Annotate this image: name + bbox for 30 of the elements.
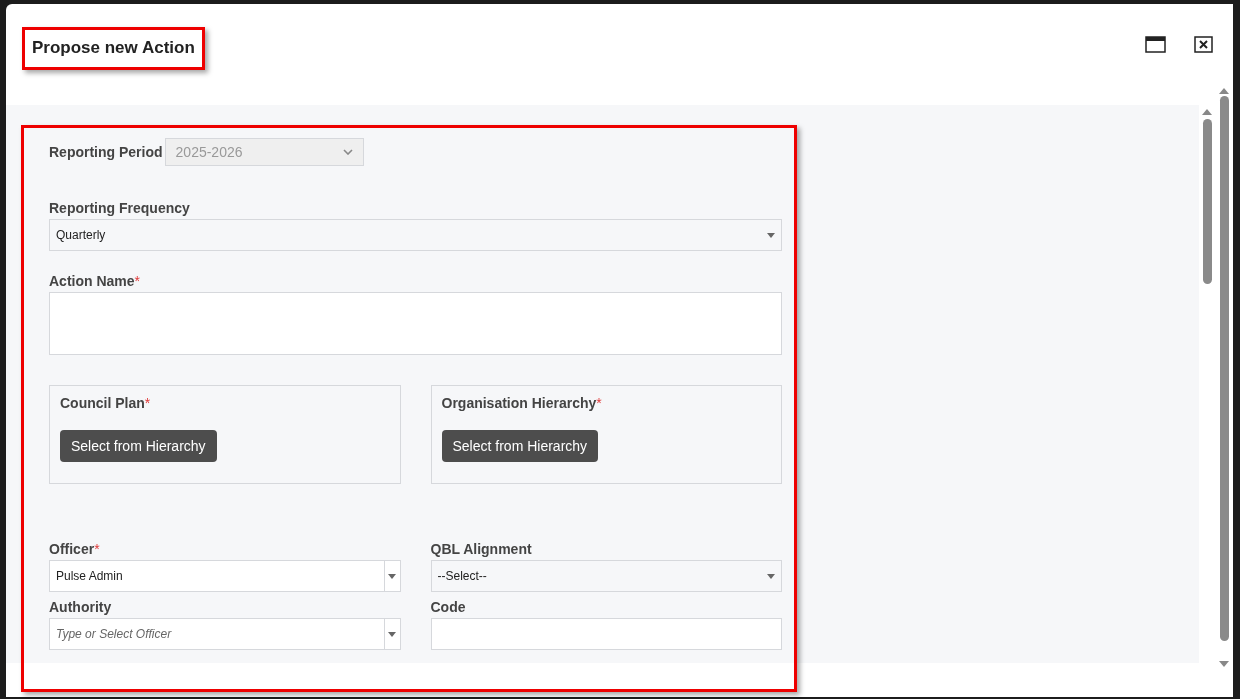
field-label: Reporting Frequency [49, 199, 191, 218]
field-label: Action Name* [49, 272, 142, 291]
caret-icon [767, 573, 775, 579]
field-label: Council Plan* [60, 394, 151, 413]
scroll-down-icon[interactable] [1219, 661, 1229, 667]
scroll-thumb[interactable] [1219, 96, 1229, 641]
combobox-field[interactable]: Pulse Admin [49, 560, 401, 592]
action-name-input[interactable] [49, 292, 782, 355]
scroll-thumb[interactable] [1202, 119, 1212, 284]
field-label: Organisation Hierarchy* [441, 394, 602, 413]
close-icon[interactable] [1194, 36, 1213, 53]
scroll-up-icon[interactable] [1202, 109, 1212, 115]
caret-icon [388, 631, 396, 637]
field-label: QBL Alignment [430, 540, 533, 559]
select-hierarchy-button[interactable]: Select from Hierarchy [60, 430, 217, 462]
scroll-up-icon[interactable] [1219, 88, 1229, 94]
combobox-field[interactable]: Type or Select Officer [49, 618, 401, 650]
caret-icon [388, 573, 396, 579]
field-label: Code [430, 598, 467, 617]
caret-icon [767, 232, 775, 238]
field-label: Officer* [49, 540, 101, 559]
maximize-icon[interactable] [1145, 36, 1166, 53]
frequency-select[interactable]: Quarterly [49, 219, 782, 251]
select-hierarchy-button[interactable]: Select from Hierarchy [441, 430, 599, 462]
field-label: Authority [49, 598, 113, 617]
code-input-field[interactable] [430, 618, 782, 650]
chevron-icon [342, 149, 353, 155]
select-field[interactable]: --Select-- [430, 560, 782, 592]
dialog-title: Propose new Action [22, 27, 205, 70]
field-label: Reporting Period [49, 143, 163, 162]
